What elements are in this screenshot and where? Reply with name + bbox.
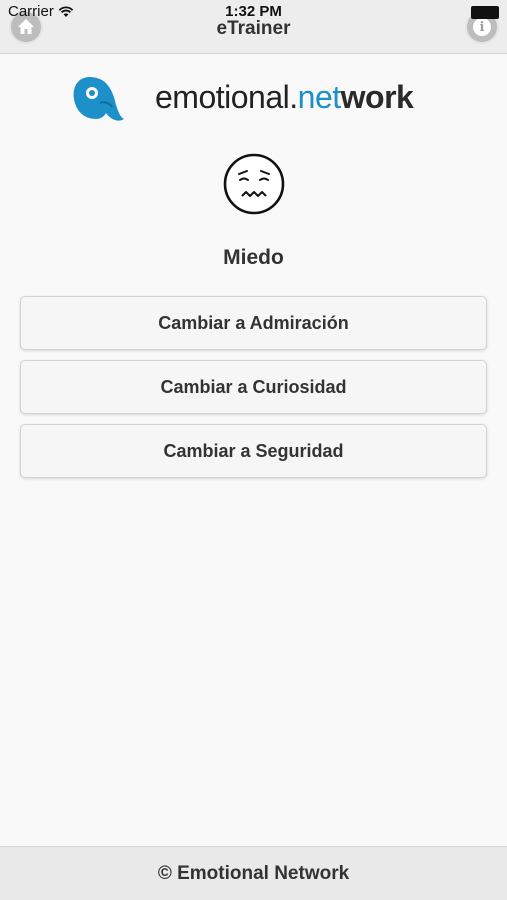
worried-face-icon	[223, 153, 285, 215]
logo-text-emotional: emotional.	[155, 79, 298, 115]
logo-text-work: work	[340, 79, 414, 115]
info-icon: i	[473, 18, 491, 36]
footer-copyright: © Emotional Network	[157, 862, 350, 884]
status-bar: Carrier 1:32 PM	[0, 0, 507, 20]
change-to-security-button[interactable]: Cambiar a Seguridad	[20, 424, 487, 478]
logo-mark-icon	[73, 77, 124, 121]
logo-wordmark: emotional.network	[155, 79, 414, 116]
change-to-curiosity-button[interactable]: Cambiar a Curiosidad	[20, 360, 487, 414]
app-screen: eTrainer i Carrier 1:32 PM emotional.net…	[0, 0, 507, 900]
footer-bar: © Emotional Network	[0, 846, 507, 900]
nav-title: eTrainer	[216, 18, 291, 39]
status-time: 1:32 PM	[225, 3, 282, 20]
battery-icon	[471, 6, 499, 19]
emotional-network-logo: emotional.network	[70, 73, 440, 125]
change-to-admiration-button[interactable]: Cambiar a Admiración	[20, 296, 487, 350]
logo-text-net: net	[297, 79, 341, 115]
emotion-title: Miedo	[223, 246, 284, 269]
